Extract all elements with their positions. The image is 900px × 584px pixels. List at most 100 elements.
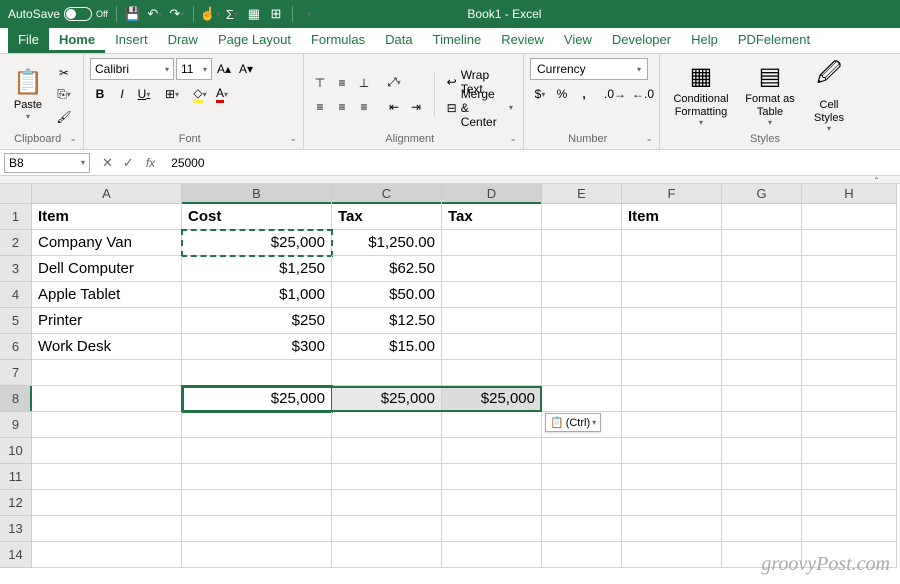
redo-icon[interactable]: ↷▾ xyxy=(169,6,185,22)
cell-h1[interactable] xyxy=(802,204,897,230)
borders-icon[interactable]: ⊞▾ xyxy=(162,84,182,104)
tab-file[interactable]: File xyxy=(8,28,49,53)
cell-b4[interactable]: $1,000 xyxy=(182,282,332,308)
decrease-font-icon[interactable]: A▾ xyxy=(236,59,256,79)
autosave-toggle[interactable]: AutoSave Off xyxy=(8,7,108,21)
enter-icon[interactable]: ✓ xyxy=(123,155,134,171)
cell-b6[interactable]: $300 xyxy=(182,334,332,360)
paste-button[interactable]: 📋 Paste ▾ xyxy=(6,62,50,128)
tab-pdfelement[interactable]: PDFelement xyxy=(728,28,820,53)
row-header-7[interactable]: 7 xyxy=(0,360,32,386)
worksheet[interactable]: A B C D E F G H 1 Item Cost Tax Tax Item… xyxy=(0,184,900,568)
cell-b3[interactable]: $1,250 xyxy=(182,256,332,282)
increase-indent-icon[interactable]: ⇥ xyxy=(406,97,426,117)
paste-options-button[interactable]: 📋 (Ctrl) ▾ xyxy=(545,413,601,432)
save-icon[interactable]: 💾 xyxy=(125,6,141,22)
row-header-5[interactable]: 5 xyxy=(0,308,32,334)
autosum-icon[interactable]: Σ▾ xyxy=(224,6,240,22)
fill-color-icon[interactable]: ◇▾ xyxy=(190,84,210,104)
cell-a2[interactable]: Company Van xyxy=(32,230,182,256)
underline-button[interactable]: U▾ xyxy=(134,84,154,104)
cell-d2[interactable] xyxy=(442,230,542,256)
merge-center-button[interactable]: ⊟Merge & Center▾ xyxy=(443,97,517,119)
tab-data[interactable]: Data xyxy=(375,28,422,53)
cell-c8[interactable]: $25,000 xyxy=(332,386,442,412)
fx-icon[interactable]: fx xyxy=(146,156,163,170)
tab-home[interactable]: Home xyxy=(49,28,105,53)
number-format-select[interactable]: Currency▾ xyxy=(530,58,648,80)
col-header-b[interactable]: B xyxy=(182,184,332,204)
formula-input[interactable]: 25000 xyxy=(163,156,204,170)
increase-font-icon[interactable]: A▴ xyxy=(214,59,234,79)
cell-b5[interactable]: $250 xyxy=(182,308,332,334)
cell-d1[interactable]: Tax xyxy=(442,204,542,230)
row-header-6[interactable]: 6 xyxy=(0,334,32,360)
row-header-12[interactable]: 12 xyxy=(0,490,32,516)
undo-icon[interactable]: ↶▾ xyxy=(147,6,163,22)
col-header-g[interactable]: G xyxy=(722,184,802,204)
bold-button[interactable]: B xyxy=(90,84,110,104)
cell-d8[interactable]: $25,000 xyxy=(442,386,542,412)
comma-icon[interactable]: , xyxy=(574,84,594,104)
cell-styles-button[interactable]: 🖉 Cell Styles▾ xyxy=(804,62,854,128)
cell-a5[interactable]: Printer xyxy=(32,308,182,334)
row-header-14[interactable]: 14 xyxy=(0,542,32,568)
cell-b1[interactable]: Cost xyxy=(182,204,332,230)
row-header-3[interactable]: 3 xyxy=(0,256,32,282)
row-header-1[interactable]: 1 xyxy=(0,204,32,230)
orientation-icon[interactable]: ⤢▾ xyxy=(384,73,404,93)
font-color-icon[interactable]: A▾ xyxy=(212,84,232,104)
cut-icon[interactable]: ✂ xyxy=(54,63,74,83)
cell-c3[interactable]: $62.50 xyxy=(332,256,442,282)
align-left-icon[interactable]: ≡ xyxy=(310,97,330,117)
col-header-e[interactable]: E xyxy=(542,184,622,204)
row-header-8[interactable]: 8 xyxy=(0,386,32,412)
conditional-formatting-button[interactable]: ▦ Conditional Formatting▾ xyxy=(666,62,736,128)
select-all-corner[interactable] xyxy=(0,184,32,204)
cell-b2[interactable]: $25,000 xyxy=(182,230,332,256)
align-center-icon[interactable]: ≡ xyxy=(332,97,352,117)
font-size-select[interactable]: 11▾ xyxy=(176,58,212,80)
percent-icon[interactable]: % xyxy=(552,84,572,104)
more-icon[interactable]: ▾ xyxy=(301,6,317,22)
row-header-4[interactable]: 4 xyxy=(0,282,32,308)
copy-icon[interactable]: ⎘▾ xyxy=(54,85,74,105)
align-bottom-icon[interactable]: ⊥ xyxy=(354,73,374,93)
col-header-h[interactable]: H xyxy=(802,184,897,204)
cell-g1[interactable] xyxy=(722,204,802,230)
cancel-icon[interactable]: ✕ xyxy=(102,155,113,171)
cell-c6[interactable]: $15.00 xyxy=(332,334,442,360)
tab-review[interactable]: Review xyxy=(491,28,554,53)
row-header-10[interactable]: 10 xyxy=(0,438,32,464)
touch-icon[interactable]: ☝▾ xyxy=(202,6,218,22)
align-middle-icon[interactable]: ≡ xyxy=(332,73,352,93)
col-header-a[interactable]: A xyxy=(32,184,182,204)
cell-a6[interactable]: Work Desk xyxy=(32,334,182,360)
cell-c5[interactable]: $12.50 xyxy=(332,308,442,334)
tab-view[interactable]: View xyxy=(554,28,602,53)
row-header-13[interactable]: 13 xyxy=(0,516,32,542)
row-header-11[interactable]: 11 xyxy=(0,464,32,490)
name-box[interactable]: B8▾ xyxy=(4,153,90,173)
font-name-select[interactable]: Calibri▾ xyxy=(90,58,174,80)
cell-e1[interactable] xyxy=(542,204,622,230)
col-header-f[interactable]: F xyxy=(622,184,722,204)
align-top-icon[interactable]: ⊤ xyxy=(310,73,330,93)
ribbon-collapse[interactable]: ⌃ xyxy=(0,176,900,184)
cell-b8[interactable]: $25,000 xyxy=(182,386,332,412)
row-header-9[interactable]: 9 xyxy=(0,412,32,438)
cell-a3[interactable]: Dell Computer xyxy=(32,256,182,282)
currency-icon[interactable]: $▾ xyxy=(530,84,550,104)
tab-timeline[interactable]: Timeline xyxy=(423,28,492,53)
format-painter-icon[interactable]: 🖌 xyxy=(54,107,74,127)
col-header-d[interactable]: D xyxy=(442,184,542,204)
cell-c1[interactable]: Tax xyxy=(332,204,442,230)
align-right-icon[interactable]: ≡ xyxy=(354,97,374,117)
increase-decimal-icon[interactable]: .0→ xyxy=(602,84,628,104)
cell-a1[interactable]: Item xyxy=(32,204,182,230)
cell-c4[interactable]: $50.00 xyxy=(332,282,442,308)
tab-insert[interactable]: Insert xyxy=(105,28,158,53)
tab-page-layout[interactable]: Page Layout xyxy=(208,28,301,53)
decrease-indent-icon[interactable]: ⇤ xyxy=(384,97,404,117)
row-header-2[interactable]: 2 xyxy=(0,230,32,256)
